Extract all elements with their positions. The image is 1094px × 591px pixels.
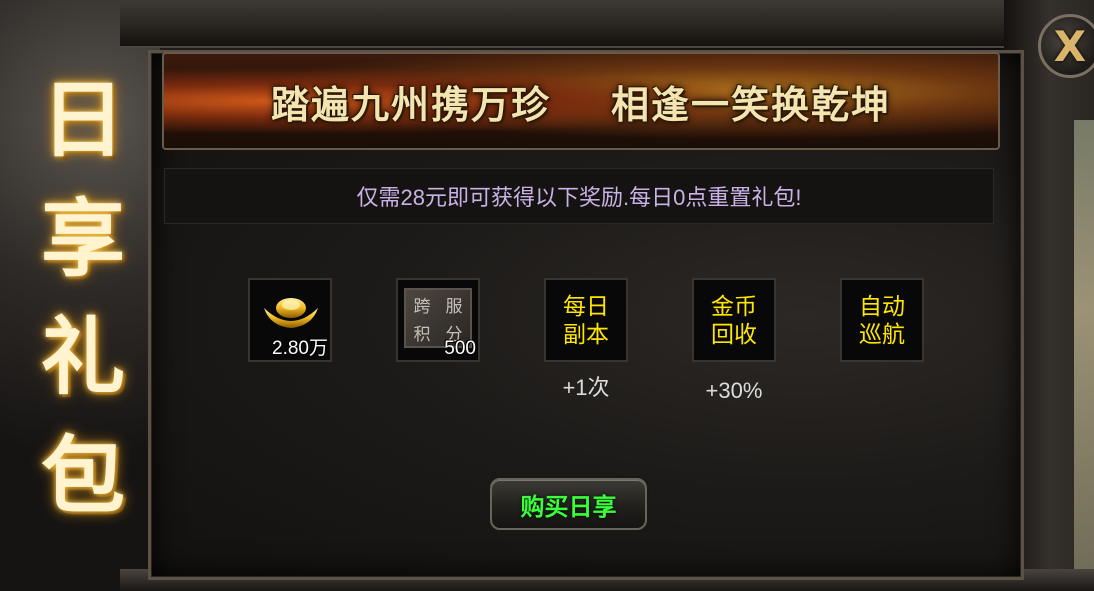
game-window: 踏遍九州携万珍 相逢一笑换乾坤 仅需28元即可获得以下奖励.每日0点重置礼包! … [0, 0, 1094, 591]
banner-slogan: 踏遍九州携万珍 相逢一笑换乾坤 [164, 54, 998, 148]
buy-daily-gift-button[interactable]: 购买日享 [490, 478, 647, 530]
title-char: 享 [40, 188, 125, 288]
close-button[interactable]: X [1038, 14, 1094, 78]
banner: 踏遍九州携万珍 相逢一笑换乾坤 [162, 52, 1000, 150]
reward-slot-cross-server-points[interactable]: 跨 服 积 分 500 [396, 278, 480, 362]
reward-bonus-text: +30% [705, 378, 763, 403]
reward-label-line: 副本 [563, 321, 609, 347]
reward-label-line: 自动 [859, 293, 905, 319]
buy-button-label: 购买日享 [520, 493, 617, 521]
banner-text-right: 相逢一笑换乾坤 [611, 81, 892, 127]
background-map-strip [1074, 120, 1094, 591]
reward-bonus-text: +1次 [562, 375, 610, 400]
reward-count: 2.80万 [272, 338, 328, 359]
reward-slot-auto-cruise[interactable]: 自动 巡航 [840, 278, 924, 362]
reward-label: 自动 巡航 [842, 280, 922, 360]
icon-char: 服 [445, 296, 463, 317]
reward-label: 金币 回收 [694, 280, 774, 360]
title-char: 包 [40, 425, 125, 525]
reward-slot-gold[interactable]: 2.80万 [248, 278, 332, 362]
reward-label: 每日 副本 [546, 280, 626, 360]
info-bar: 仅需28元即可获得以下奖励.每日0点重置礼包! [164, 168, 994, 224]
gold-ingot-icon [264, 298, 318, 328]
close-icon: X [1053, 21, 1087, 71]
reward-label-line: 回收 [711, 321, 757, 347]
stone-border-top [120, 0, 1040, 48]
info-text: 仅需28元即可获得以下奖励.每日0点重置礼包! [356, 185, 802, 210]
reward-slot-gold-recycle[interactable]: 金币 回收 [692, 278, 776, 362]
reward-label-line: 巡航 [859, 321, 905, 347]
icon-char: 积 [413, 324, 431, 345]
icon-char: 跨 [413, 296, 431, 317]
reward-label-line: 金币 [711, 293, 757, 319]
panel-title: 日 享 礼 包 [28, 78, 138, 518]
title-char: 礼 [40, 307, 125, 407]
reward-label-line: 每日 [563, 293, 609, 319]
title-char: 日 [40, 70, 125, 169]
reward-slot-daily-dungeon[interactable]: 每日 副本 [544, 278, 628, 362]
reward-count: 500 [444, 338, 476, 359]
banner-text-left: 踏遍九州携万珍 [270, 81, 551, 127]
